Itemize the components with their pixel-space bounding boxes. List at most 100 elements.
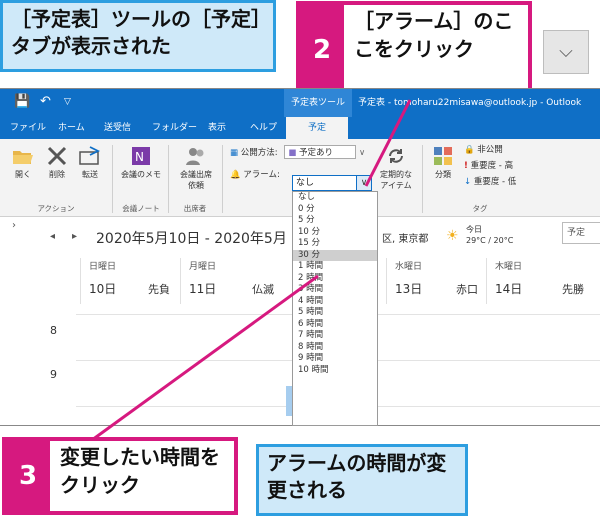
recurrence-button[interactable]: 定期的な アイテム [374, 145, 418, 191]
alarm-option[interactable]: 9 時間 [293, 353, 377, 365]
bell-icon: 🔔 [230, 170, 241, 180]
alarm-option[interactable]: 3 時間 [293, 284, 377, 296]
location[interactable]: 区, 東京都 [382, 230, 428, 245]
alarm-option[interactable]: 5 分 [293, 215, 377, 227]
weather-icon: ☀ [446, 228, 459, 244]
chevron-down-icon: ⌵ [543, 30, 589, 74]
ribbon-separator [168, 145, 169, 213]
hour-label-8: 8 [50, 324, 57, 337]
alarm-option[interactable]: 5 時間 [293, 307, 377, 319]
alarm-value: なし [296, 178, 315, 188]
open-button[interactable]: 開く [8, 145, 38, 180]
day-header-wed: 水曜日 [386, 258, 486, 276]
step3-text: 変更したい時間をクリック [60, 445, 220, 497]
delete-label: 削除 [49, 170, 65, 179]
search-box[interactable]: 予定 [562, 222, 600, 244]
undo-icon[interactable]: ↶ [40, 94, 51, 109]
show-as-select[interactable]: ■ 予定あり [284, 145, 357, 159]
down-arrow-icon: ↓ [464, 177, 472, 187]
alarm-option[interactable]: 1 時間 [293, 261, 377, 273]
rokuyo-thu: 先勝 [562, 283, 584, 296]
step3-callout: 3 変更したい時間をクリック [2, 437, 238, 515]
alarm-option[interactable]: 15 分 [293, 238, 377, 250]
onenote-icon: N [132, 147, 150, 165]
temperature: 29°C / 20°C [466, 236, 514, 245]
recurrence-icon [389, 149, 403, 163]
show-as-label: 公開方法: [240, 148, 278, 158]
day-header-mon: 月曜日 [180, 258, 290, 276]
day-date-wed: 13日 [395, 282, 423, 296]
open-label: 開く [15, 170, 31, 179]
meeting-notes-label: 会議のメモ [121, 170, 161, 179]
show-as-row: ▦ 公開方法: ■ 予定あり ∨ [230, 145, 365, 159]
expand-icon[interactable]: › [12, 220, 16, 231]
alarm-option-highlighted[interactable]: 30 分 [293, 249, 377, 261]
rokuyo-wed: 赤口 [456, 283, 478, 296]
meeting-notes-button[interactable]: N 会議のメモ [116, 145, 166, 180]
day-header-thu: 木曜日 [486, 258, 600, 276]
rokuyo-mon: 仏滅 [252, 283, 274, 296]
tab-home[interactable]: ホーム [58, 117, 85, 139]
chevron-down-icon[interactable]: ∨ [356, 175, 372, 191]
day-date-thu: 14日 [495, 282, 523, 296]
title-bar: 💾 ↶ ▽ 予定表ツール 予定表 - tomoharu22misawa@outl… [0, 89, 600, 117]
delete-button[interactable]: 削除 [42, 145, 72, 180]
alarm-option[interactable]: 7 時間 [293, 330, 377, 342]
ribbon-separator [222, 145, 223, 213]
today-label: 今日 [466, 225, 482, 234]
day-header-sun: 日曜日 [80, 258, 180, 276]
alarm-option[interactable]: なし [293, 192, 377, 204]
step3-number: 3 [6, 441, 50, 511]
categorize-button[interactable]: 分類 [428, 145, 458, 180]
alarm-option[interactable]: 4 時間 [293, 296, 377, 308]
alarm-option[interactable]: 6 時間 [293, 319, 377, 331]
low-importance-label: 重要度 - 低 [473, 177, 517, 187]
low-importance-toggle[interactable]: ↓ 重要度 - 低 [464, 175, 516, 187]
calendar-icon: ▦ [230, 148, 239, 158]
group-label-tags: タグ [472, 204, 488, 213]
tab-send-receive[interactable]: 送受信 [104, 117, 131, 139]
hour-label-9: 9 [50, 368, 57, 381]
tab-help[interactable]: ヘルプ [250, 117, 277, 139]
forward-button[interactable]: 転送 [74, 145, 106, 180]
alarm-row: 🔔 アラーム: [230, 168, 280, 180]
tab-folder[interactable]: フォルダー [152, 117, 197, 139]
private-toggle[interactable]: 🔒 非公開 [464, 143, 503, 155]
alarm-option[interactable]: 0 分 [293, 204, 377, 216]
context-group-label: 予定表ツール [284, 89, 352, 117]
people-icon [186, 148, 204, 165]
step2-callout: 2 ［アラーム］のここをクリック [296, 1, 532, 99]
prev-arrow-icon[interactable]: ◂ [50, 231, 55, 242]
rokuyo-sun: 先負 [148, 283, 170, 296]
next-arrow-icon[interactable]: ▸ [72, 231, 77, 242]
note-ribbon-shown: ［予定表］ツールの［予定］タブが表示された [0, 0, 276, 72]
save-icon[interactable]: 💾 [14, 94, 30, 109]
chevron-down-icon[interactable]: ∨ [359, 148, 365, 158]
invite-attendees-label: 会議出席 依頼 [180, 170, 212, 190]
alarm-option[interactable]: 2 時間 [293, 273, 377, 285]
private-label: 非公開 [477, 145, 503, 155]
forward-label: 転送 [82, 170, 98, 179]
tab-file[interactable]: ファイル [10, 117, 46, 139]
categorize-label: 分類 [435, 170, 451, 179]
ribbon-tabs: ファイル ホーム 送受信 フォルダー 表示 ヘルプ 予定 [0, 117, 600, 139]
exclamation-icon: ! [464, 161, 468, 171]
step2-number: 2 [300, 5, 344, 95]
window-title: 予定表 - tomoharu22misawa@outlook.jp - Outl… [358, 98, 582, 108]
alarm-option[interactable]: 10 時間 [293, 365, 377, 377]
tab-view[interactable]: 表示 [208, 117, 226, 139]
day-date-sun: 10日 [89, 282, 117, 296]
high-importance-label: 重要度 - 高 [470, 161, 514, 171]
alarm-dropdown-list: なし 0 分 5 分 10 分 15 分 30 分 1 時間 2 時間 3 時間… [292, 191, 378, 426]
qat-dropdown-icon[interactable]: ▽ [64, 97, 71, 107]
alarm-option[interactable]: 8 時間 [293, 342, 377, 354]
show-as-value: 予定あり [299, 148, 334, 158]
alarm-label: アラーム: [243, 170, 280, 180]
folder-open-icon [13, 151, 33, 164]
high-importance-toggle[interactable]: ! 重要度 - 高 [464, 159, 513, 171]
alarm-option[interactable]: 10 分 [293, 227, 377, 239]
day-date-mon: 11日 [189, 282, 217, 296]
tab-appointment[interactable]: 予定 [286, 117, 348, 139]
invite-attendees-button[interactable]: 会議出席 依頼 [172, 145, 220, 191]
busy-swatch-icon: ■ [288, 148, 297, 158]
